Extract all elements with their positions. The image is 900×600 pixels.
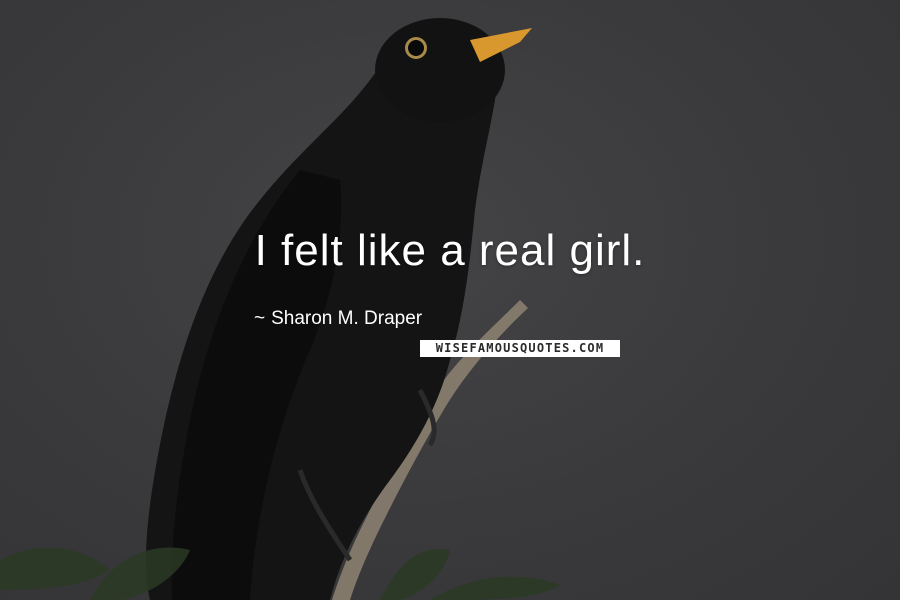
quote-image: I felt like a real girl. ~ Sharon M. Drap… [0, 0, 900, 600]
bird-head [375, 18, 505, 122]
blackbird-photo [0, 18, 560, 600]
site-watermark: WISEFAMOUSQUOTES.COM [420, 340, 620, 357]
author-tilde: ~ [254, 308, 266, 329]
quote-author: ~ Sharon M. Draper [254, 308, 422, 330]
author-name: Sharon M. Draper [271, 308, 423, 329]
bird-eye [408, 40, 424, 56]
quote-text: I felt like a real girl. [254, 226, 646, 275]
